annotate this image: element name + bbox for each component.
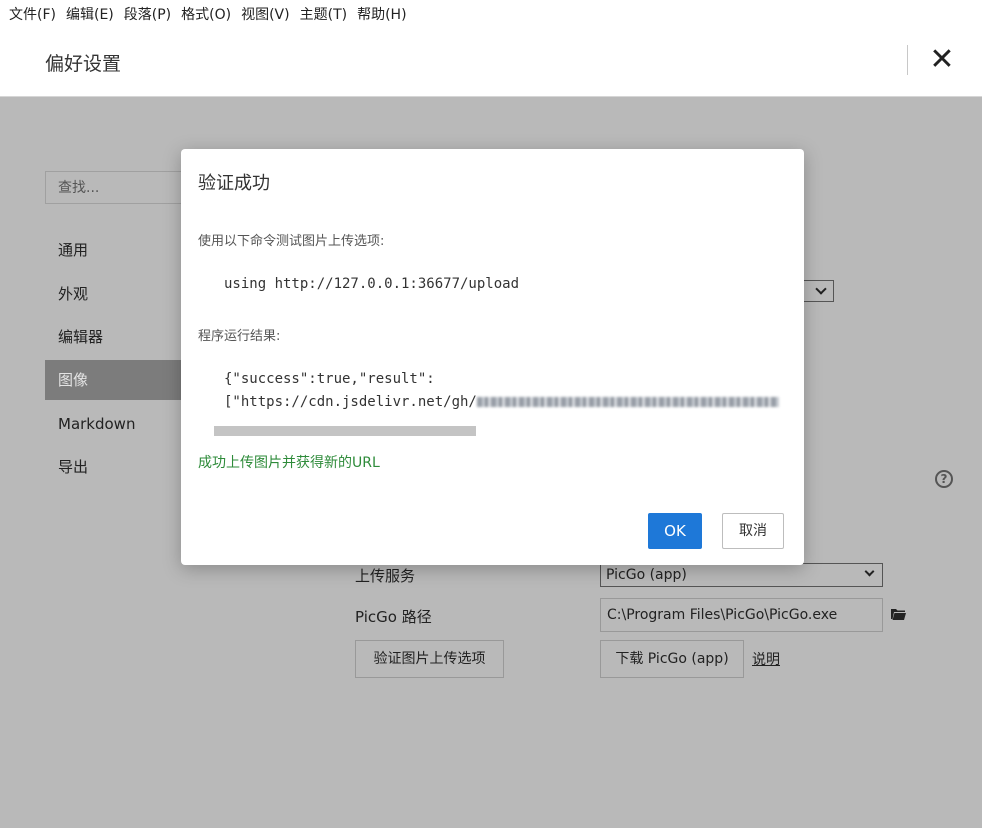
picgo-path-input[interactable]: C:\Program Files\PicGo\PicGo.exe: [600, 598, 883, 632]
page-title: 偏好设置: [45, 53, 122, 75]
command-label: 使用以下命令测试图片上传选项:: [198, 234, 385, 249]
help-icon[interactable]: ?: [935, 470, 953, 488]
success-message: 成功上传图片并获得新的URL: [198, 455, 380, 471]
menu-view[interactable]: 视图(V): [236, 0, 295, 30]
sidebar-item-image[interactable]: 图像: [45, 360, 195, 400]
result-url-prefix: ["https://cdn.jsdelivr.net/gh/: [224, 394, 477, 410]
sidebar-item-export[interactable]: 导出: [45, 447, 195, 487]
ok-button[interactable]: OK: [648, 513, 702, 549]
result-line-1: {"success":true,"result":: [224, 371, 435, 387]
cancel-button[interactable]: 取消: [722, 513, 784, 549]
preferences-header: 偏好设置 ✕: [0, 30, 982, 97]
folder-icon[interactable]: [891, 608, 906, 620]
menu-file[interactable]: 文件(F): [4, 0, 61, 30]
upload-service-value: PicGo (app): [606, 567, 687, 583]
sidebar-item-editor[interactable]: 编辑器: [45, 317, 195, 357]
explain-link[interactable]: 说明: [752, 649, 780, 669]
image-action-select[interactable]: [800, 280, 834, 302]
picgo-path-label: PicGo 路径: [355, 608, 432, 626]
menu-bar: 文件(F) 编辑(E) 段落(P) 格式(O) 视图(V) 主题(T) 帮助(H…: [0, 0, 982, 30]
menu-format[interactable]: 格式(O): [176, 0, 236, 30]
upload-service-select[interactable]: PicGo (app): [600, 563, 883, 587]
sidebar-item-appearance[interactable]: 外观: [45, 274, 195, 314]
sidebar-item-general[interactable]: 通用: [45, 230, 195, 270]
result-line-2: ["https://cdn.jsdelivr.net/gh/: [224, 394, 779, 410]
chevron-down-icon: [864, 566, 875, 577]
menu-paragraph[interactable]: 段落(P): [119, 0, 176, 30]
command-text: using http://127.0.0.1:36677/upload: [224, 276, 520, 292]
sidebar-item-markdown[interactable]: Markdown: [45, 404, 195, 444]
close-icon[interactable]: ✕: [926, 44, 958, 76]
verify-upload-button[interactable]: 验证图片上传选项: [355, 640, 504, 678]
horizontal-scrollbar[interactable]: [214, 426, 476, 436]
menu-help[interactable]: 帮助(H): [352, 0, 411, 30]
search-input[interactable]: [45, 171, 195, 204]
menu-theme[interactable]: 主题(T): [295, 0, 352, 30]
download-picgo-button[interactable]: 下载 PicGo (app): [600, 640, 744, 678]
result-label: 程序运行结果:: [198, 329, 281, 344]
redacted-url: [476, 397, 779, 407]
menu-edit[interactable]: 编辑(E): [61, 0, 119, 30]
dialog-title: 验证成功: [198, 173, 270, 194]
verify-success-dialog: 验证成功 使用以下命令测试图片上传选项: using http://127.0.…: [181, 149, 804, 565]
header-divider: [907, 45, 908, 75]
upload-service-label: 上传服务: [355, 567, 416, 585]
